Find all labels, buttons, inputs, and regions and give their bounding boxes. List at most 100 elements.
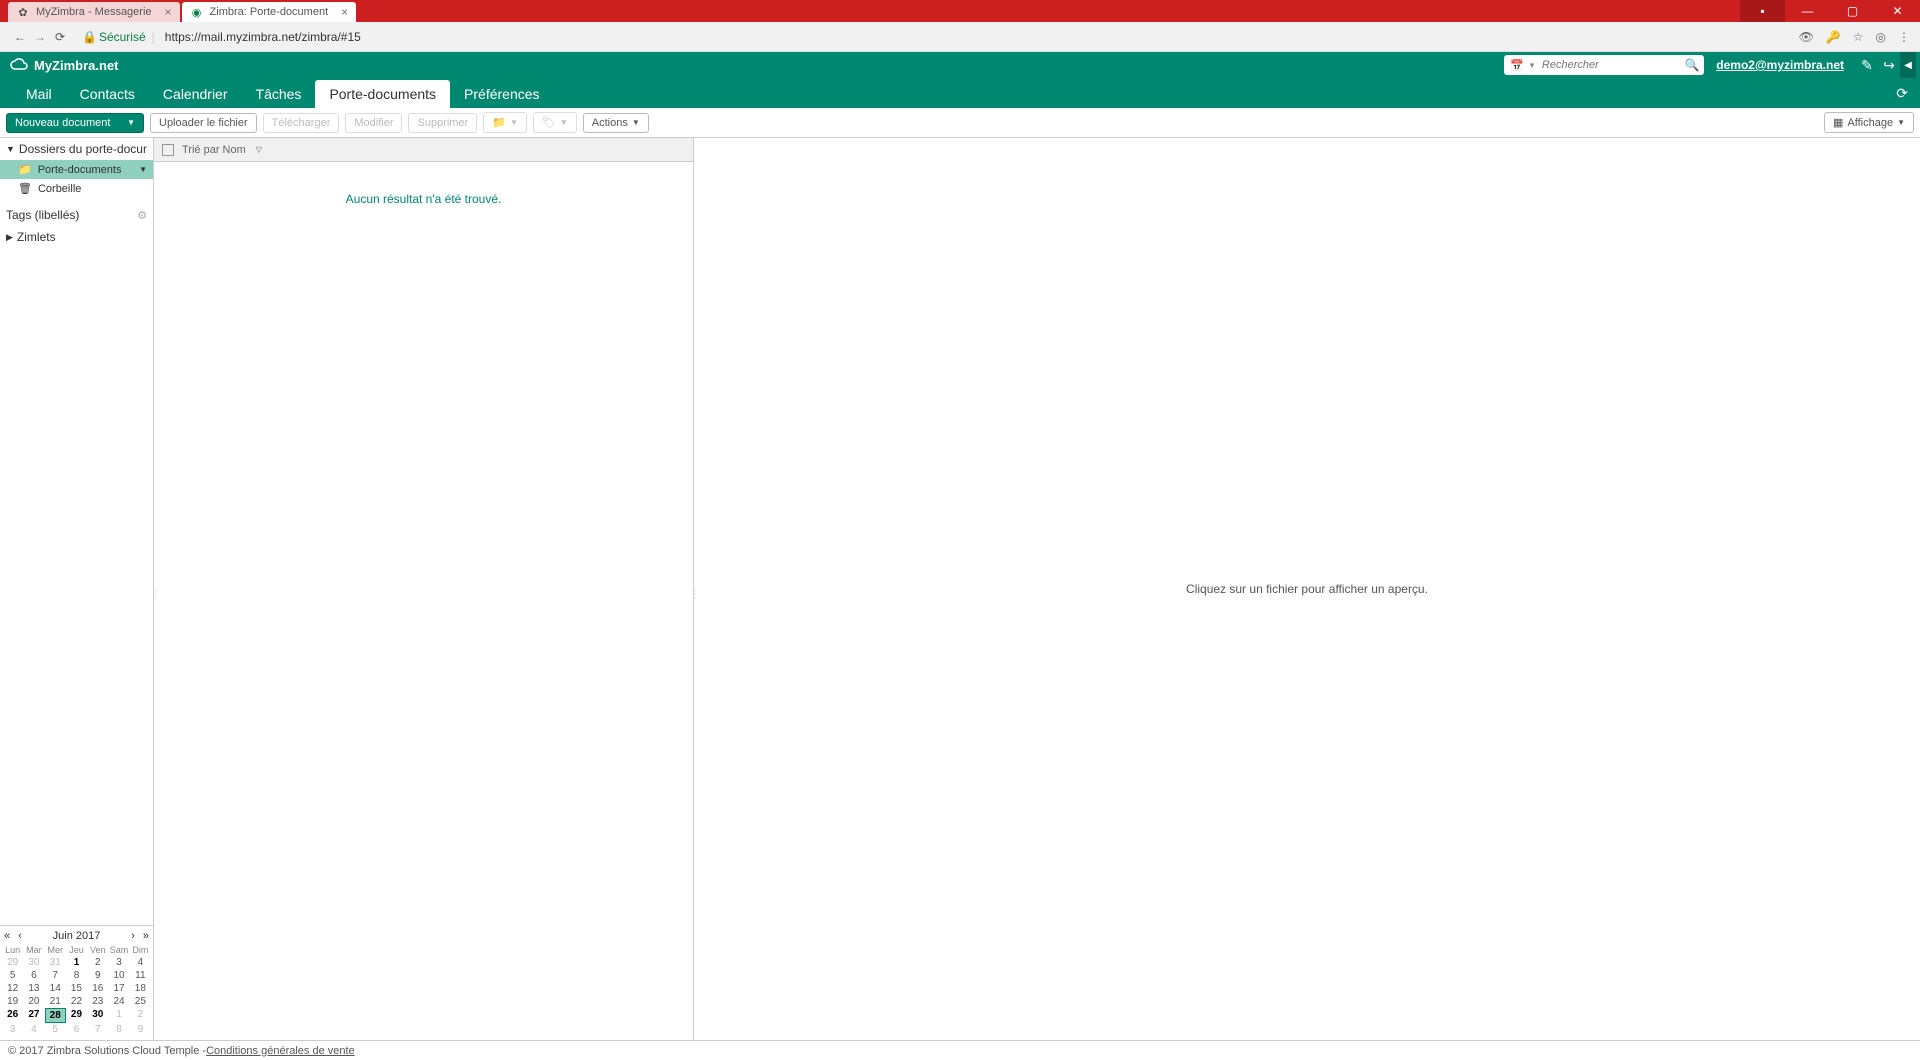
cal-day-cell[interactable]: 8 <box>66 969 87 982</box>
cal-next-month[interactable]: › <box>129 930 137 942</box>
search-input[interactable] <box>1542 59 1685 71</box>
cal-day-cell[interactable]: 26 <box>2 1008 23 1023</box>
sidebar-item-trash[interactable]: 🗑 Corbeille <box>0 179 153 198</box>
cal-day-cell[interactable]: 16 <box>87 982 108 995</box>
user-email[interactable]: demo2@myzimbra.net <box>1716 58 1844 72</box>
window-minimize[interactable]: — <box>1785 0 1830 22</box>
cal-day-cell[interactable]: 22 <box>66 995 87 1008</box>
cal-day-cell[interactable]: 25 <box>130 995 151 1008</box>
browser-tab-2[interactable]: ◉ Zimbra: Porte-document × <box>182 2 357 22</box>
actions-button[interactable]: Actions▼ <box>583 113 649 133</box>
cal-day-cell[interactable]: 11 <box>130 969 151 982</box>
browser-forward[interactable]: → <box>30 30 50 44</box>
cal-day-cell[interactable]: 4 <box>130 956 151 969</box>
cal-day-cell[interactable]: 3 <box>108 956 129 969</box>
cal-day-cell[interactable]: 29 <box>2 956 23 969</box>
brand-logo[interactable]: MyZimbra.net <box>10 57 119 73</box>
select-all-checkbox[interactable] <box>162 144 174 156</box>
tags-header[interactable]: Tags (libellés) ⚙ <box>0 204 153 226</box>
cal-title[interactable]: Juin 2017 <box>28 930 125 942</box>
cal-day-cell[interactable]: 7 <box>45 969 66 982</box>
cal-day-cell[interactable]: 1 <box>108 1008 129 1023</box>
cal-day-cell[interactable]: 30 <box>87 1008 108 1023</box>
search-icon[interactable]: 🔍 <box>1685 58 1700 72</box>
chevron-down-icon[interactable]: ▼ <box>1528 61 1536 70</box>
tab-porte-documents[interactable]: Porte-documents <box>315 80 450 108</box>
cal-prev-month[interactable]: ‹ <box>16 930 24 942</box>
cal-day-cell[interactable]: 2 <box>87 956 108 969</box>
cal-day-cell[interactable]: 31 <box>45 956 66 969</box>
zimlets-header[interactable]: ▶ Zimlets <box>0 226 153 248</box>
window-maximize[interactable]: ▢ <box>1830 0 1875 22</box>
cal-day-cell[interactable]: 27 <box>23 1008 44 1023</box>
cal-day-cell[interactable]: 19 <box>2 995 23 1008</box>
cal-day-cell[interactable]: 2 <box>130 1008 151 1023</box>
cal-day-cell[interactable]: 17 <box>108 982 129 995</box>
cal-day-cell[interactable]: 6 <box>23 969 44 982</box>
cal-day-cell[interactable]: 7 <box>87 1023 108 1036</box>
eye-icon[interactable]: 👁 <box>1799 30 1814 44</box>
chevron-down-icon[interactable]: ▼ <box>139 165 147 174</box>
sort-label[interactable]: Trié par Nom <box>182 144 246 156</box>
cal-day-cell[interactable]: 24 <box>108 995 129 1008</box>
sidebar-item-porte-documents[interactable]: 📁 Porte-documents ▼ <box>0 160 153 179</box>
cal-day-cell[interactable]: 15 <box>66 982 87 995</box>
upload-button[interactable]: Uploader le fichier <box>150 113 257 133</box>
star-icon[interactable]: ☆ <box>1853 30 1864 44</box>
cal-day-cell[interactable]: 3 <box>2 1023 23 1036</box>
cal-day-cell[interactable]: 6 <box>66 1023 87 1036</box>
move-button[interactable]: 📁▼ <box>483 112 527 133</box>
close-icon[interactable]: × <box>341 5 348 19</box>
browser-back[interactable]: ← <box>10 30 30 44</box>
browser-tab-1[interactable]: ✿ MyZimbra - Messagerie × <box>8 2 180 22</box>
cal-day-cell[interactable]: 29 <box>66 1008 87 1023</box>
cal-day-cell[interactable]: 1 <box>66 956 87 969</box>
cal-day-cell[interactable]: 5 <box>45 1023 66 1036</box>
tab-mail[interactable]: Mail <box>12 80 66 108</box>
cal-day-cell[interactable]: 4 <box>23 1023 44 1036</box>
close-icon[interactable]: × <box>165 5 172 19</box>
tag-button[interactable]: 🏷▼ <box>533 112 577 133</box>
key-icon[interactable]: 🔑 <box>1826 30 1841 44</box>
delete-button[interactable]: Supprimer <box>408 113 477 133</box>
modify-button[interactable]: Modifier <box>345 113 402 133</box>
browser-reload[interactable]: ⟳ <box>50 30 70 44</box>
cal-day-cell[interactable]: 18 <box>130 982 151 995</box>
cal-day-cell[interactable]: 9 <box>130 1023 151 1036</box>
cal-day-cell[interactable]: 28 <box>45 1008 66 1023</box>
cal-day-cell[interactable]: 30 <box>23 956 44 969</box>
cal-next-year[interactable]: » <box>141 930 151 942</box>
ext-icon[interactable]: ◎ <box>1876 30 1886 44</box>
cal-day-cell[interactable]: 9 <box>87 969 108 982</box>
cal-prev-year[interactable]: « <box>2 930 12 942</box>
cal-day-cell[interactable]: 13 <box>23 982 44 995</box>
cal-day-cell[interactable]: 5 <box>2 969 23 982</box>
tab-contacts[interactable]: Contacts <box>66 80 149 108</box>
chrome-profile-icon[interactable]: ▪ <box>1740 0 1785 22</box>
splitter-right[interactable]: ⋮ <box>690 589 696 609</box>
logout-icon[interactable]: ↪ <box>1878 57 1900 74</box>
gear-icon[interactable]: ⚙ <box>137 209 147 222</box>
window-close[interactable]: ✕ <box>1875 0 1920 22</box>
cal-day-cell[interactable]: 14 <box>45 982 66 995</box>
refresh-icon[interactable]: ⟳ <box>1896 85 1920 102</box>
cal-day-cell[interactable]: 23 <box>87 995 108 1008</box>
chrome-menu-icon[interactable]: ⋮ <box>1898 30 1910 44</box>
tab-taches[interactable]: Tâches <box>242 80 316 108</box>
collapse-panel-icon[interactable]: ◀ <box>1900 52 1916 78</box>
cal-day-cell[interactable]: 8 <box>108 1023 129 1036</box>
folders-header[interactable]: ▼ Dossiers du porte-docum <box>0 138 153 160</box>
new-document-button[interactable]: Nouveau document ▼ <box>6 113 144 133</box>
splitter-left[interactable]: ⋮ <box>151 589 157 609</box>
compose-icon[interactable]: ✎ <box>1856 57 1878 74</box>
url-text[interactable]: https://mail.myzimbra.net/zimbra/#15 <box>165 30 361 44</box>
download-button[interactable]: Télécharger <box>263 113 340 133</box>
tab-calendrier[interactable]: Calendrier <box>149 80 242 108</box>
search-box[interactable]: 📅 ▼ 🔍 <box>1504 55 1704 75</box>
view-button[interactable]: ▦Affichage▼ <box>1824 112 1914 133</box>
cal-day-cell[interactable]: 12 <box>2 982 23 995</box>
tab-preferences[interactable]: Préférences <box>450 80 553 108</box>
sort-chevron-icon[interactable]: ▽ <box>256 145 262 154</box>
cal-day-cell[interactable]: 10 <box>108 969 129 982</box>
cal-day-cell[interactable]: 21 <box>45 995 66 1008</box>
